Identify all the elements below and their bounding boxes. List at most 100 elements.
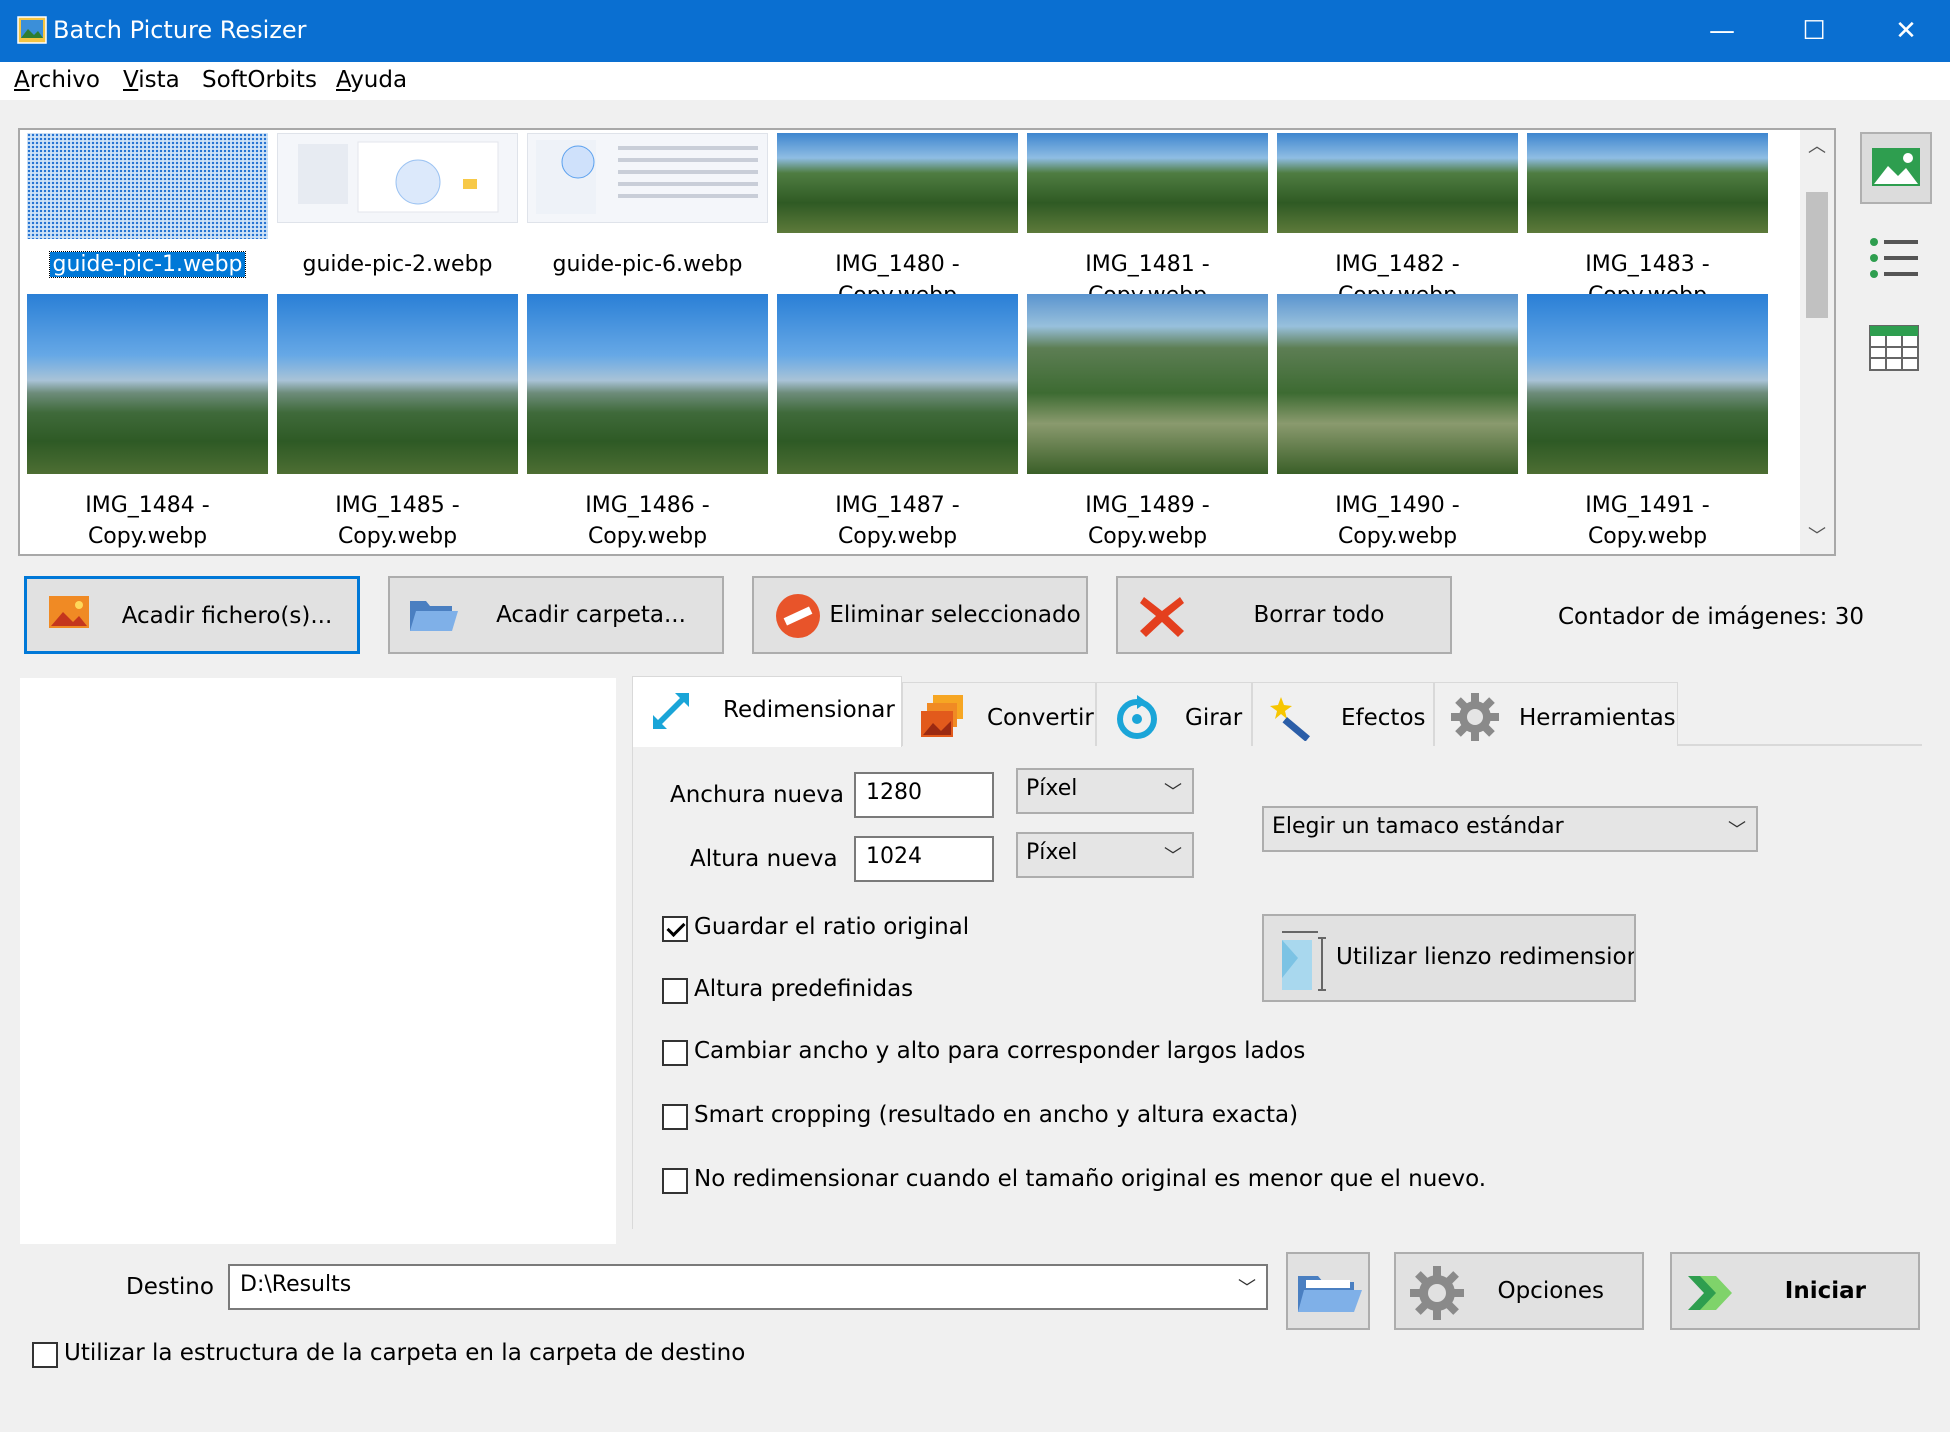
chevron-down-icon: ﹀ xyxy=(1164,782,1182,803)
app-icon xyxy=(17,16,47,44)
menu-vista[interactable]: Vista xyxy=(123,67,180,93)
thumbnail-caption: guide-pic-1.webp xyxy=(49,251,246,278)
window-title: Batch Picture Resizer xyxy=(53,16,307,44)
folder-structure-checkbox[interactable]: Utilizar la estructura de la carpeta en … xyxy=(32,1340,932,1370)
thumbnail-caption: Copy.webp xyxy=(585,524,710,549)
thumbnail-item[interactable]: IMG_1490 - Copy.webp xyxy=(1277,294,1518,554)
thumbnail-item[interactable]: IMG_1487 - Copy.webp xyxy=(777,294,1018,554)
thumbnail-caption: Copy.webp xyxy=(835,524,960,549)
thumbnail-image xyxy=(1277,133,1518,233)
thumbnail-image xyxy=(527,294,768,474)
tab-efectos[interactable]: Efectos xyxy=(1252,682,1434,746)
thumbnail-image xyxy=(1527,133,1768,233)
green-arrow-icon xyxy=(1688,1276,1732,1310)
thumbnail-image xyxy=(27,133,268,239)
thumbnail-image xyxy=(527,133,768,223)
tab-girar[interactable]: Girar xyxy=(1096,682,1252,746)
tab-redimensionar[interactable]: Redimensionar xyxy=(632,676,902,747)
thumbnail-image xyxy=(1527,294,1768,474)
height-unit-select[interactable]: Píxel ﹀ xyxy=(1016,832,1194,878)
options-button[interactable]: Opciones xyxy=(1394,1252,1644,1330)
tab-herramientas[interactable]: Herramientas xyxy=(1434,682,1678,746)
scroll-up-icon[interactable]: ︿ xyxy=(1800,132,1834,162)
list-icon xyxy=(1870,238,1918,278)
keep-ratio-checkbox[interactable]: Guardar el ratio original xyxy=(662,914,1162,944)
thumbnail-caption: guide-pic-2.webp xyxy=(300,252,495,277)
thumbnail-view-button[interactable] xyxy=(1860,132,1932,204)
height-input[interactable]: 1024 xyxy=(854,836,994,882)
browse-folder-button[interactable] xyxy=(1286,1252,1370,1330)
thumbnail-caption: IMG_1490 - xyxy=(1333,493,1462,518)
thumbnail-item[interactable]: IMG_1486 - Copy.webp xyxy=(527,294,768,554)
thumbnail-image xyxy=(277,133,518,223)
menu-softorbits[interactable]: SoftOrbits xyxy=(202,67,317,93)
thumbnail-caption: IMG_1484 - xyxy=(83,493,212,518)
thumbnail-item[interactable]: IMG_1484 - Copy.webp xyxy=(27,294,268,554)
clear-all-button[interactable]: Borrar todo xyxy=(1116,576,1452,654)
height-label: Altura nueva xyxy=(690,846,838,872)
thumbnail-caption: IMG_1489 - xyxy=(1083,493,1212,518)
menu-archivo[interactable]: Archivo xyxy=(14,67,100,93)
ui-screenshot-icon xyxy=(298,141,499,213)
ui-screenshot-icon xyxy=(536,140,758,214)
table-icon xyxy=(1869,325,1919,371)
swap-sides-checkbox[interactable]: Cambiar ancho y alto para corresponder l… xyxy=(662,1038,1662,1068)
predefined-height-checkbox[interactable]: Altura predefinidas xyxy=(662,976,1162,1006)
checkbox-unchecked xyxy=(662,1168,688,1194)
menu-ayuda[interactable]: Ayuda xyxy=(336,67,407,93)
thumbnail-caption: IMG_1480 - xyxy=(833,252,962,277)
gear-icon xyxy=(1410,1266,1464,1320)
checkbox-unchecked xyxy=(662,1104,688,1130)
image-counter: Contador de imágenes: 30 xyxy=(1558,604,1864,630)
chevron-down-icon: ﹀ xyxy=(1164,846,1182,867)
width-unit-select[interactable]: Píxel ﹀ xyxy=(1016,768,1194,814)
scroll-down-icon[interactable]: ﹀ xyxy=(1800,522,1834,552)
no-upscale-checkbox[interactable]: No redimensionar cuando el tamaño origin… xyxy=(662,1166,1662,1196)
thumbnail-image xyxy=(277,294,518,474)
thumbnail-item[interactable]: IMG_1485 - Copy.webp xyxy=(277,294,518,554)
thumbnail-image xyxy=(1027,133,1268,233)
destination-select[interactable]: D:\Results ﹀ xyxy=(228,1264,1268,1310)
resize-arrow-icon xyxy=(653,693,689,729)
grid-scrollbar[interactable]: ︿ ﹀ xyxy=(1800,130,1834,554)
width-input[interactable]: 1280 xyxy=(854,772,994,818)
add-files-button[interactable]: Acadir fichero(s)... xyxy=(24,576,360,654)
thumbnail-image xyxy=(1027,294,1268,474)
thumbnail-caption: IMG_1491 - xyxy=(1583,493,1712,518)
maximize-button[interactable]: ☐ xyxy=(1768,0,1860,62)
checkbox-checked xyxy=(662,916,688,942)
thumbnail-caption: IMG_1482 - xyxy=(1333,252,1462,277)
checkbox-unchecked xyxy=(662,978,688,1004)
thumbnail-caption: guide-pic-6.webp xyxy=(550,252,745,277)
tab-convertir[interactable]: Convertir xyxy=(902,682,1096,746)
list-view-button[interactable] xyxy=(1860,224,1932,296)
thumbnail-caption: Copy.webp xyxy=(1585,524,1710,549)
thumbnail-caption: Copy.webp xyxy=(1335,524,1460,549)
rotate-icon xyxy=(1117,695,1157,739)
checkbox-unchecked xyxy=(662,1040,688,1066)
minimize-button[interactable]: — xyxy=(1676,0,1768,62)
magic-wand-icon xyxy=(1270,697,1310,741)
image-grid[interactable]: guide-pic-1.webp guide-pic-2.webp guide-… xyxy=(18,128,1836,556)
thumbnail-caption: IMG_1485 - xyxy=(333,493,462,518)
table-view-button[interactable] xyxy=(1860,312,1932,384)
thumbnail-caption: IMG_1481 - xyxy=(1083,252,1212,277)
thumbnail-caption: Copy.webp xyxy=(85,524,210,549)
smart-crop-checkbox[interactable]: Smart cropping (resultado en ancho y alt… xyxy=(662,1102,1662,1132)
thumbnail-item[interactable]: IMG_1489 - Copy.webp xyxy=(1027,294,1268,554)
thumbnail-caption: Copy.webp xyxy=(335,524,460,549)
standard-size-select[interactable]: Elegir un tamaco estándar ﹀ xyxy=(1262,806,1758,852)
thumbnail-image xyxy=(27,294,268,474)
add-folder-button[interactable]: Acadir carpeta... xyxy=(388,576,724,654)
remove-selected-button[interactable]: Eliminar seleccionado xyxy=(752,576,1088,654)
thumbnail-item[interactable]: IMG_1491 - Copy.webp xyxy=(1527,294,1768,554)
close-button[interactable]: ✕ xyxy=(1860,0,1950,62)
title-bar: Batch Picture Resizer — ☐ ✕ xyxy=(0,0,1950,62)
canvas-resize-button[interactable]: Utilizar lienzo redimensionar xyxy=(1262,914,1636,1002)
scroll-thumb[interactable] xyxy=(1806,192,1828,318)
start-button[interactable]: Iniciar xyxy=(1670,1252,1920,1330)
gear-icon xyxy=(1451,693,1499,741)
open-folder-icon xyxy=(1298,1276,1362,1312)
width-label: Anchura nueva xyxy=(670,782,844,808)
convert-images-icon xyxy=(921,695,963,737)
